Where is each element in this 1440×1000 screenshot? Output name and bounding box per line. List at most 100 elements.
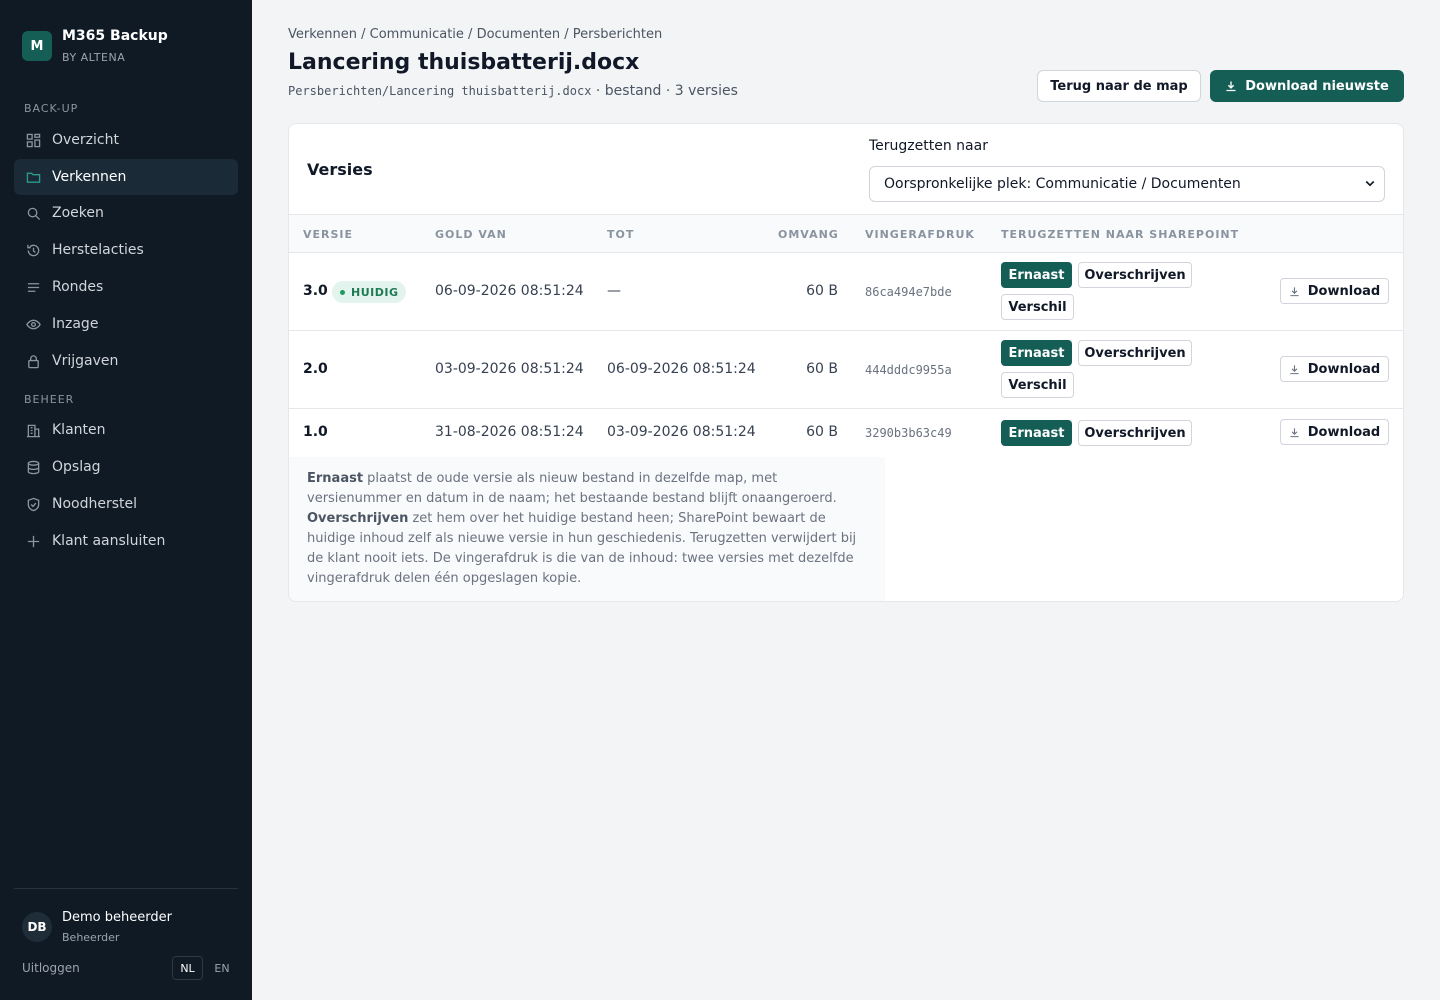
brand[interactable]: M M365 Backup BY ALTENA <box>22 28 168 64</box>
table-row: 1.0 31-08-2026 08:51:24 03-09-2026 08:51… <box>289 409 1403 457</box>
restore-target-select[interactable]: Oorspronkelijke plek: Communicatie / Doc… <box>869 166 1385 202</box>
brand-subtitle: BY ALTENA <box>62 51 126 64</box>
restore-target-value: Oorspronkelijke plek: Communicatie / Doc… <box>884 176 1241 192</box>
header-version: VERSIE <box>303 228 354 241</box>
valid-until: 06-09-2026 08:51:24 <box>607 361 756 377</box>
sidebar-item-verkennen[interactable]: Verkennen <box>14 159 238 195</box>
fingerprint: 86ca494e7bde <box>865 285 952 299</box>
list-icon <box>25 279 41 295</box>
sidebar-item-herstelacties[interactable]: Herstelacties <box>14 232 238 268</box>
lang-en-button[interactable]: EN <box>208 956 236 980</box>
download-version-button[interactable]: Download <box>1280 419 1389 445</box>
header-restore: TERUGZETTEN NAAR SHAREPOINT <box>1001 228 1240 241</box>
restore-explanation: Ernaast plaatst de oude versie als nieuw… <box>289 457 885 601</box>
database-icon <box>25 459 41 475</box>
lock-icon <box>25 353 41 369</box>
restore-overwrite-button[interactable]: Overschrijven <box>1078 340 1192 366</box>
fingerprint: 3290b3b63c49 <box>865 426 952 440</box>
sidebar-item-overzicht[interactable]: Overzicht <box>14 122 238 158</box>
sidebar-item-label: Klant aansluiten <box>52 533 166 549</box>
valid-from: 31-08-2026 08:51:24 <box>435 424 584 440</box>
search-icon <box>25 205 41 221</box>
valid-until: — <box>607 283 621 299</box>
header-fingerprint: VINGERAFDRUK <box>865 228 975 241</box>
sidebar-item-label: Opslag <box>52 459 101 475</box>
download-version-button[interactable]: Download <box>1280 356 1389 382</box>
sidebar-item-noodherstel[interactable]: Noodherstel <box>14 486 238 522</box>
current-badge: HUIDIG <box>332 281 407 303</box>
download-icon <box>1289 364 1300 375</box>
file-size: 60 B <box>806 424 838 440</box>
download-icon <box>1225 80 1237 92</box>
download-latest-button[interactable]: Download nieuwste <box>1210 70 1404 102</box>
current-badge-label: HUIDIG <box>351 285 399 299</box>
user-name: Demo beheerder <box>62 910 172 925</box>
grid-icon <box>25 132 41 148</box>
eye-icon <box>25 316 41 332</box>
logout-link[interactable]: Uitloggen <box>22 961 80 975</box>
sidebar-item-zoeken[interactable]: Zoeken <box>14 195 238 231</box>
breadcrumb[interactable]: Verkennen / Communicatie / Documenten / … <box>288 27 662 42</box>
download-icon <box>1289 427 1300 438</box>
building-icon <box>25 422 41 438</box>
sidebar-item-label: Zoeken <box>52 205 104 221</box>
sidebar-item-label: Inzage <box>52 316 99 332</box>
file-path: Persberichten/Lancering thuisbatterij.do… <box>288 84 592 98</box>
plus-icon <box>25 533 41 549</box>
header-until: TOT <box>607 228 635 241</box>
restore-alongside-button[interactable]: Ernaast <box>1001 262 1072 288</box>
sidebar-item-opslag[interactable]: Opslag <box>14 449 238 485</box>
avatar: DB <box>22 912 52 942</box>
restore-target-label: Terugzetten naar <box>869 138 988 154</box>
download-label: Download <box>1307 361 1381 377</box>
back-to-folder-button[interactable]: Terug naar de map <box>1037 70 1201 102</box>
sidebar-item-label: Verkennen <box>52 169 127 185</box>
sidebar-item-label: Rondes <box>52 279 104 295</box>
note-text-alongside: plaatst de oude versie als nieuw bestand… <box>307 471 837 506</box>
header-valid-from: GOLD VAN <box>435 228 507 241</box>
restore-overwrite-button[interactable]: Overschrijven <box>1078 420 1192 446</box>
version-number: 3.0 <box>303 283 328 299</box>
lang-nl-button[interactable]: NL <box>172 956 203 980</box>
user-role: Beheerder <box>62 931 120 944</box>
folder-icon <box>25 169 41 185</box>
sidebar-item-label: Klanten <box>52 422 106 438</box>
page-title: Lancering thuisbatterij.docx <box>288 50 640 75</box>
sidebar-item-vrijgaven[interactable]: Vrijgaven <box>14 343 238 379</box>
sidebar-item-rondes[interactable]: Rondes <box>14 269 238 305</box>
nav-section-backup: BACK-UP <box>24 102 79 115</box>
history-icon <box>25 242 41 258</box>
valid-from: 06-09-2026 08:51:24 <box>435 283 584 299</box>
sidebar-item-label: Vrijgaven <box>52 353 119 369</box>
sidebar-item-label: Overzicht <box>52 132 119 148</box>
restore-overwrite-button[interactable]: Overschrijven <box>1078 262 1192 288</box>
versions-card: Versies Terugzetten naar Oorspronkelijke… <box>288 123 1404 602</box>
download-label: Download <box>1307 424 1381 440</box>
download-latest-label: Download nieuwste <box>1245 78 1389 94</box>
chevron-down-icon <box>1364 177 1376 193</box>
restore-alongside-button[interactable]: Ernaast <box>1001 340 1072 366</box>
sidebar: M M365 Backup BY ALTENA BACK-UP Overzich… <box>0 0 252 1000</box>
version-number: 1.0 <box>303 424 328 440</box>
sidebar-item-inzage[interactable]: Inzage <box>14 306 238 342</box>
file-size: 60 B <box>806 283 838 299</box>
user-profile: DB Demo beheerder Beheerder <box>22 910 172 944</box>
note-term-alongside: Ernaast <box>307 471 364 486</box>
download-icon <box>1289 286 1300 297</box>
sidebar-item-label: Herstelacties <box>52 242 144 258</box>
diff-button[interactable]: Verschil <box>1001 372 1074 398</box>
sidebar-item-klanten[interactable]: Klanten <box>14 412 238 448</box>
table-header: VERSIE GOLD VAN TOT OMVANG VINGERAFDRUK … <box>289 214 1403 253</box>
header-size: OMVANG <box>778 228 839 241</box>
versions-title: Versies <box>307 160 373 179</box>
download-version-button[interactable]: Download <box>1280 278 1389 304</box>
table-row: 2.0 03-09-2026 08:51:24 06-09-2026 08:51… <box>289 331 1403 409</box>
restore-alongside-button[interactable]: Ernaast <box>1001 420 1072 446</box>
sidebar-item-klant-aansluiten[interactable]: Klant aansluiten <box>14 523 238 559</box>
shield-icon <box>25 496 41 512</box>
diff-button[interactable]: Verschil <box>1001 294 1074 320</box>
table-row: 3.0 HUIDIG 06-09-2026 08:51:24 — 60 B 86… <box>289 253 1403 331</box>
sidebar-item-label: Noodherstel <box>52 496 138 512</box>
valid-from: 03-09-2026 08:51:24 <box>435 361 584 377</box>
brand-logo: M <box>22 31 52 61</box>
